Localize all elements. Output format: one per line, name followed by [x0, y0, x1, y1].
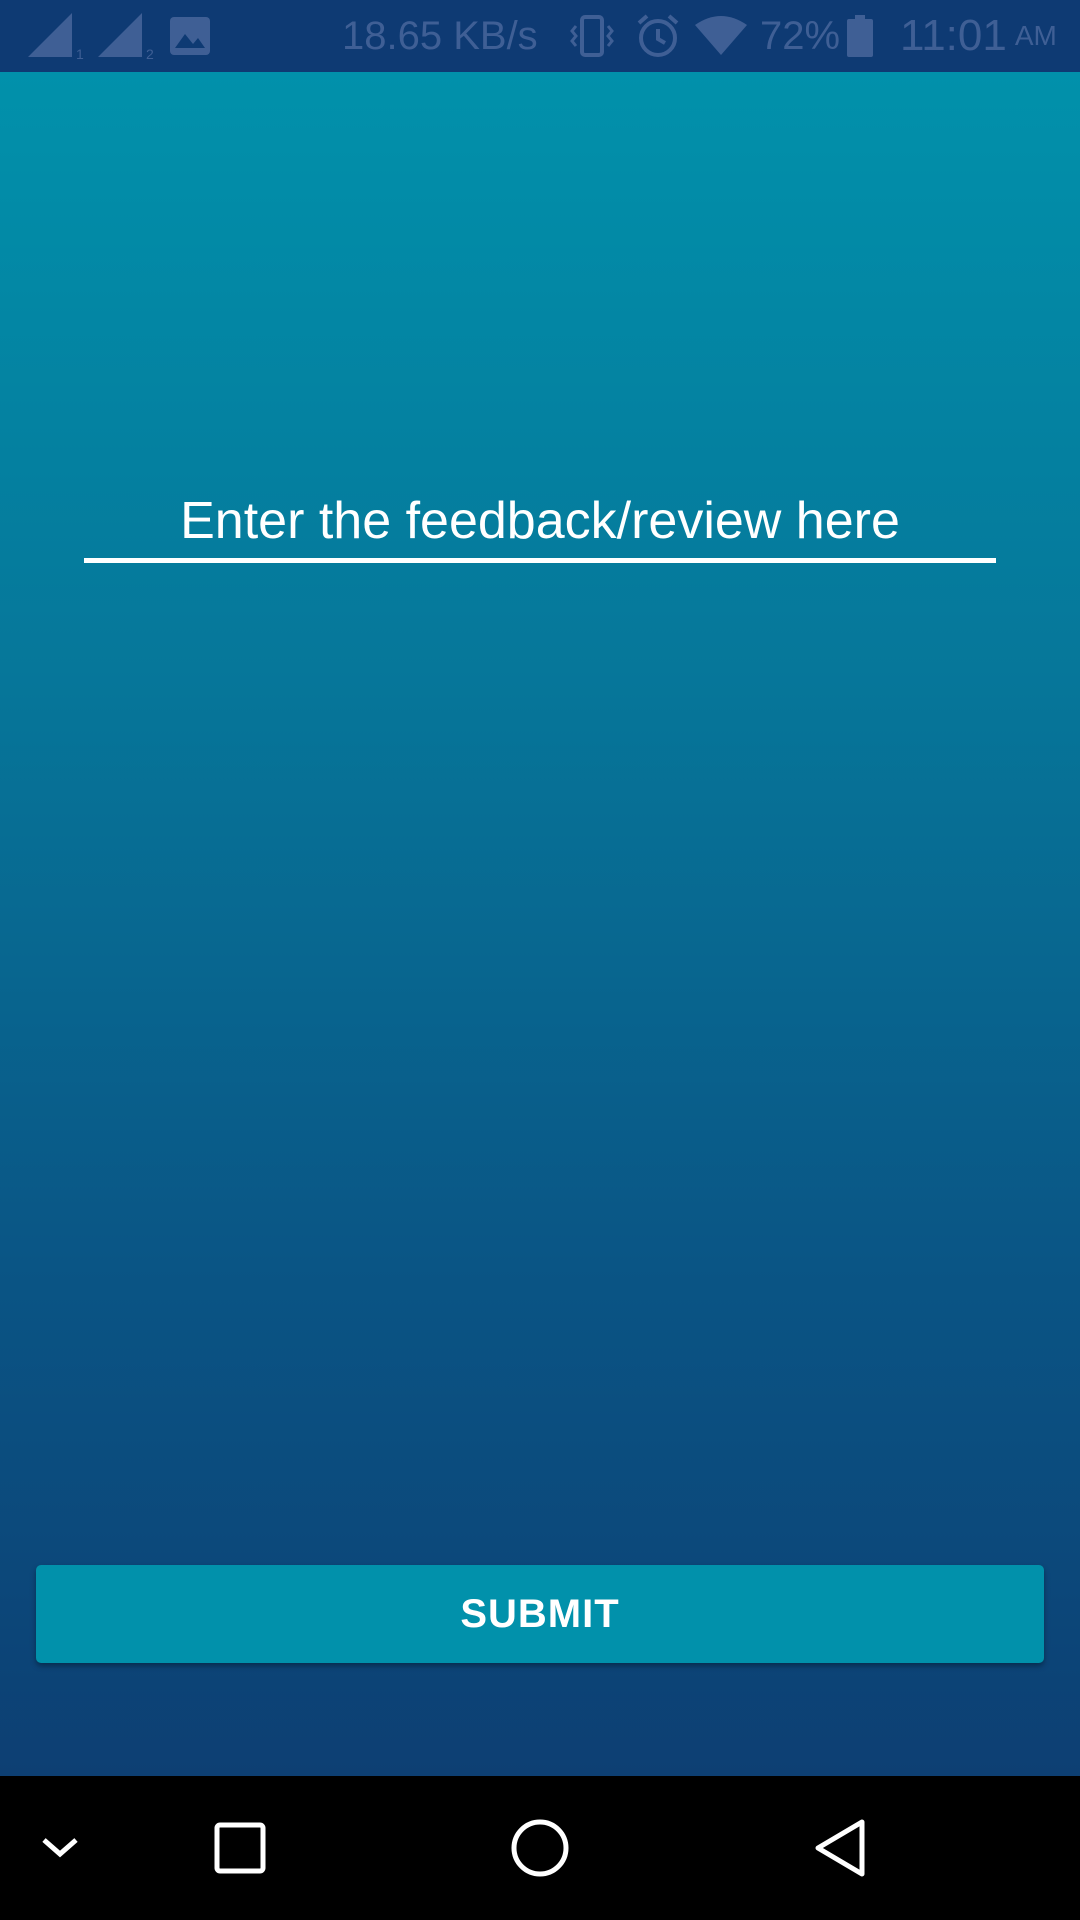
image-notification-icon [168, 0, 212, 72]
hide-nav-icon[interactable] [0, 1776, 120, 1920]
status-bar: 1 2 18.65 KB/s 72% 11:01 AM [0, 0, 1080, 72]
home-icon[interactable] [480, 1776, 600, 1920]
sim1-label: 1 [76, 46, 84, 61]
recent-apps-icon[interactable] [180, 1776, 300, 1920]
battery-level: 72% [760, 14, 841, 58]
clock: 11:01 AM [900, 0, 1057, 72]
feedback-input[interactable] [84, 483, 996, 563]
net-speed: 18.65 KB/s [342, 14, 538, 58]
navigation-bar [0, 1776, 1080, 1920]
signal-sim2-icon: 2 [96, 0, 158, 72]
alarm-icon [634, 0, 682, 72]
clock-ampm: AM [1014, 20, 1057, 51]
battery-icon [844, 0, 876, 72]
vibrate-icon [568, 0, 616, 72]
feedback-screen: SUBMIT [0, 72, 1080, 1776]
sim2-label: 2 [146, 46, 154, 61]
clock-time: 11:01 [900, 11, 1007, 60]
wifi-icon [692, 0, 750, 72]
back-icon[interactable] [780, 1776, 900, 1920]
submit-button[interactable]: SUBMIT [36, 1565, 1044, 1663]
signal-sim1-icon: 1 [26, 0, 88, 72]
